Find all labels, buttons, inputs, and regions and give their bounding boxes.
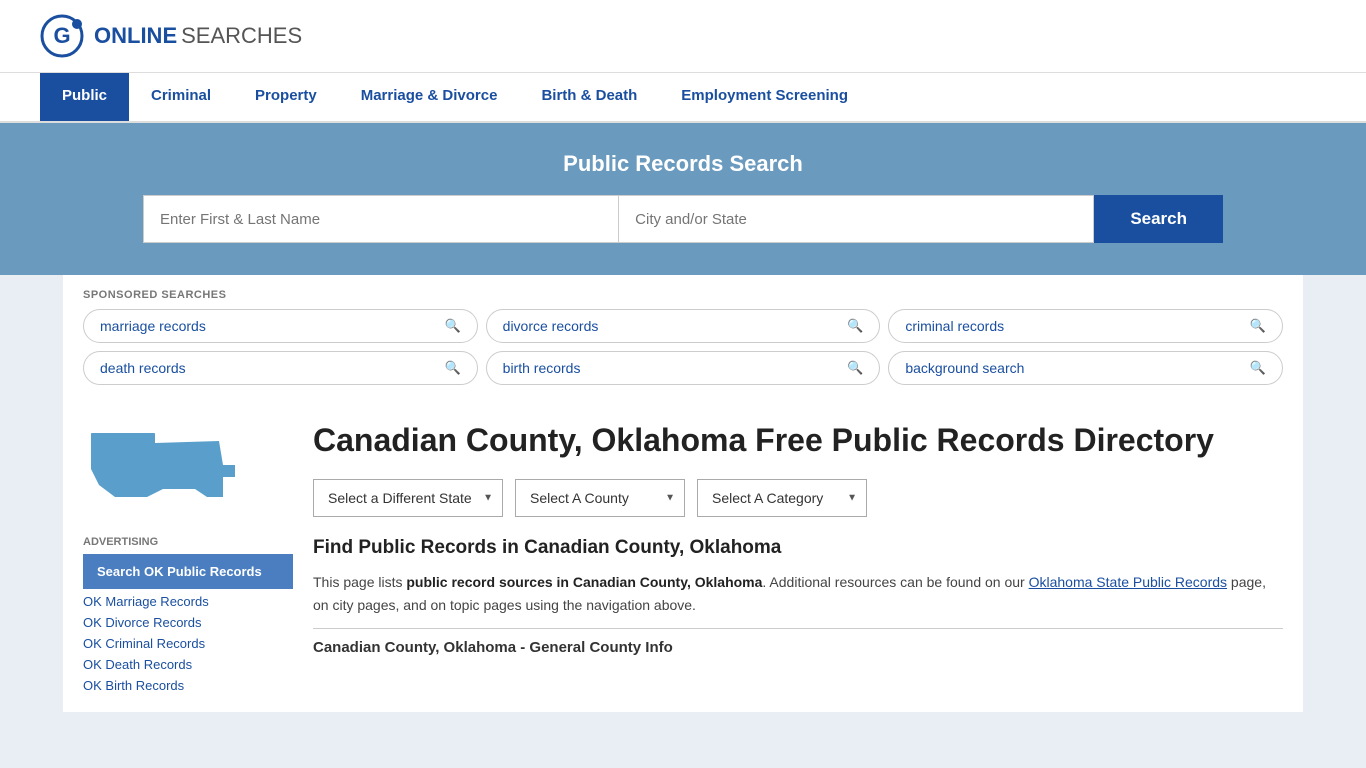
find-title: Find Public Records in Canadian County, … (313, 537, 1283, 559)
sidebar-ad-label: Advertising (83, 536, 293, 548)
tag-death-records[interactable]: death records 🔍 (83, 351, 478, 385)
main-nav: Public Criminal Property Marriage & Divo… (0, 73, 1366, 123)
state-dropdown-wrap: Select a Different State (313, 479, 503, 517)
tag-background-search[interactable]: background search 🔍 (888, 351, 1283, 385)
svg-text:G: G (53, 23, 70, 48)
location-input[interactable] (618, 195, 1094, 243)
nav-item-property[interactable]: Property (233, 73, 339, 121)
search-tag-icon: 🔍 (847, 360, 863, 376)
nav-item-public[interactable]: Public (40, 73, 129, 121)
find-description: This page lists public record sources in… (313, 571, 1283, 616)
search-tags: marriage records 🔍 divorce records 🔍 cri… (83, 309, 1283, 385)
tag-label: death records (100, 360, 186, 376)
nav-item-criminal[interactable]: Criminal (129, 73, 233, 121)
search-tag-icon: 🔍 (444, 360, 460, 376)
search-tag-icon: 🔍 (444, 318, 460, 334)
tag-criminal-records[interactable]: criminal records 🔍 (888, 309, 1283, 343)
name-input[interactable] (143, 195, 618, 243)
category-dropdown[interactable]: Select A Category (697, 479, 867, 517)
sidebar-link-1[interactable]: OK Divorce Records (83, 612, 293, 633)
sidebar-link-0[interactable]: OK Marriage Records (83, 591, 293, 612)
sidebar-link-2[interactable]: OK Criminal Records (83, 633, 293, 654)
search-tag-icon: 🔍 (847, 318, 863, 334)
state-dropdown[interactable]: Select a Different State (313, 479, 503, 517)
search-banner-title: Public Records Search (40, 151, 1326, 177)
search-form: Search (143, 195, 1223, 243)
find-desc-bold: public record sources in Canadian County… (406, 574, 762, 590)
tag-birth-records[interactable]: birth records 🔍 (486, 351, 881, 385)
tag-label: marriage records (100, 318, 206, 334)
nav-item-marriage[interactable]: Marriage & Divorce (339, 73, 520, 121)
tag-label: criminal records (905, 318, 1004, 334)
nav-item-birth[interactable]: Birth & Death (519, 73, 659, 121)
main-content: Advertising Search OK Public Records OK … (63, 405, 1303, 712)
general-info-title: Canadian County, Oklahoma - General Coun… (313, 639, 1283, 656)
sidebar-link-3[interactable]: OK Death Records (83, 654, 293, 675)
logo-searches-text: SEARCHES (181, 25, 302, 47)
search-tag-icon: 🔍 (1250, 318, 1266, 334)
nav-item-employment[interactable]: Employment Screening (659, 73, 870, 121)
sponsored-label: SPONSORED SEARCHES (83, 289, 1283, 301)
county-dropdown[interactable]: Select A County (515, 479, 685, 517)
tag-label: background search (905, 360, 1024, 376)
logo-icon: G (40, 14, 84, 58)
search-button[interactable]: Search (1094, 195, 1223, 243)
logo-area: G ONLINE SEARCHES (40, 14, 302, 58)
sponsored-section: SPONSORED SEARCHES marriage records 🔍 di… (83, 289, 1283, 385)
search-banner: Public Records Search Search (0, 123, 1366, 275)
tag-label: birth records (503, 360, 581, 376)
state-records-link[interactable]: Oklahoma State Public Records (1029, 574, 1227, 590)
section-divider (313, 628, 1283, 629)
search-tag-icon: 🔍 (1250, 360, 1266, 376)
county-dropdown-wrap: Select A County (515, 479, 685, 517)
tag-label: divorce records (503, 318, 599, 334)
sidebar-link-4[interactable]: OK Birth Records (83, 675, 293, 696)
header: G ONLINE SEARCHES (0, 0, 1366, 73)
find-desc-1: This page lists (313, 574, 406, 590)
oklahoma-map (83, 421, 243, 517)
state-map-container (83, 421, 293, 520)
find-desc-2: . Additional resources can be found on o… (762, 574, 1028, 590)
content-area: Canadian County, Oklahoma Free Public Re… (313, 421, 1283, 696)
page-title: Canadian County, Oklahoma Free Public Re… (313, 421, 1283, 459)
tag-divorce-records[interactable]: divorce records 🔍 (486, 309, 881, 343)
sidebar-featured-link[interactable]: Search OK Public Records (83, 554, 293, 589)
logo-text: ONLINE SEARCHES (94, 25, 302, 47)
filter-dropdowns: Select a Different State Select A County… (313, 479, 1283, 517)
tag-marriage-records[interactable]: marriage records 🔍 (83, 309, 478, 343)
sidebar: Advertising Search OK Public Records OK … (83, 421, 293, 696)
category-dropdown-wrap: Select A Category (697, 479, 867, 517)
logo-online-text: ONLINE (94, 25, 177, 47)
